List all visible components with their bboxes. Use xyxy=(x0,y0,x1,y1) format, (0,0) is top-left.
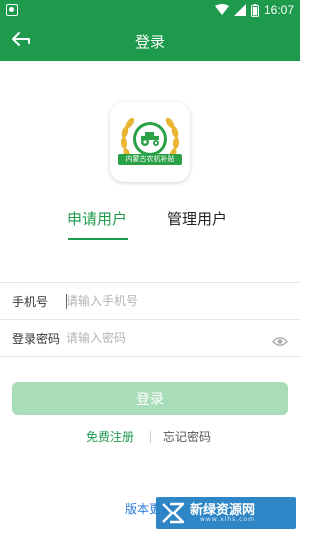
password-input[interactable] xyxy=(66,327,256,349)
page-title: 登录 xyxy=(134,33,165,51)
password-row: 登录密码 xyxy=(0,320,300,357)
active-tab-indicator xyxy=(68,238,128,240)
battery-icon xyxy=(250,3,259,17)
login-form: 手机号 登录密码 xyxy=(0,282,300,357)
tab-admin-user[interactable]: 管理用户 xyxy=(162,208,232,242)
password-label: 登录密码 xyxy=(12,332,61,346)
app-notification-icon xyxy=(6,4,18,16)
signal-icon xyxy=(233,4,246,16)
status-icons: 16:07 xyxy=(214,3,294,17)
text-caret xyxy=(66,294,67,309)
eye-icon[interactable] xyxy=(272,332,288,351)
tab-applicant-user[interactable]: 申请用户 xyxy=(62,208,132,242)
links-divider xyxy=(150,431,151,443)
watermark-site: www.xlhs.com xyxy=(200,516,255,523)
login-button[interactable]: 登录 xyxy=(12,382,288,415)
tractor-icon xyxy=(141,132,159,146)
title-bar: 登录 xyxy=(0,20,300,61)
app-logo: 内蒙古农机补贴 xyxy=(110,102,190,182)
phone-row: 手机号 xyxy=(0,283,300,320)
site-watermark: 新绿资源网 www.xlhs.com xyxy=(156,497,296,529)
wifi-icon xyxy=(214,4,229,16)
watermark-logo-icon xyxy=(162,502,185,524)
logo-caption: 内蒙古农机补贴 xyxy=(118,154,182,165)
phone-label: 手机号 xyxy=(12,295,49,309)
user-type-tabs: 申请用户 管理用户 xyxy=(0,208,300,244)
phone-input[interactable] xyxy=(66,290,256,312)
auth-links: 免费注册 忘记密码 xyxy=(0,428,300,448)
register-link[interactable]: 免费注册 xyxy=(86,428,134,445)
status-time: 16:07 xyxy=(263,3,294,17)
forgot-password-link[interactable]: 忘记密码 xyxy=(163,428,211,445)
status-bar: 16:07 xyxy=(0,0,300,20)
